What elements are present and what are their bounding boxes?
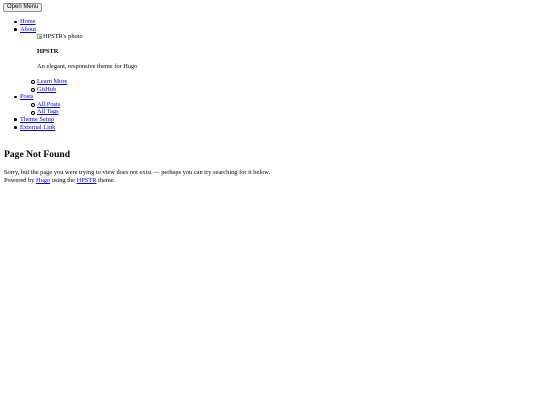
all-tags-link[interactable]: All Tags — [37, 108, 59, 115]
footer-middle: using the — [50, 177, 77, 184]
submenu-item: All Tags — [30, 108, 137, 116]
about-link-item: GitHub — [30, 86, 137, 94]
nav-link-theme-setup[interactable]: Theme Setup — [20, 116, 54, 123]
nav-link-about[interactable]: About — [20, 26, 36, 33]
learn-more-link[interactable]: Learn More — [37, 78, 67, 85]
not-found-message: Sorry, but the page you were trying to v… — [4, 169, 271, 176]
author-name: HPSTR — [37, 47, 59, 55]
submenu-item: All Posts — [30, 101, 137, 109]
all-posts-link[interactable]: All Posts — [37, 101, 60, 108]
main-navigation: Home About HPSTR's photo HPSTR An elegan… — [13, 18, 138, 132]
footer-prefix: Powered by — [4, 177, 36, 184]
nav-item-theme-setup: Theme Setup — [13, 116, 137, 124]
open-menu-button[interactable]: Open Menu — [3, 3, 43, 12]
hpstr-theme-link[interactable]: HPSTR — [77, 177, 97, 184]
hugo-link[interactable]: Hugo — [36, 177, 50, 184]
nav-item-about: About HPSTR's photo HPSTR An elegant, re… — [13, 26, 138, 94]
nav-item-external-link: External Link — [13, 124, 137, 132]
page-title: Page Not Found — [4, 149, 71, 160]
posts-submenu: All Posts All Tags — [30, 101, 137, 116]
nav-link-external[interactable]: External Link — [20, 124, 55, 131]
nav-item-posts: Posts All Posts All Tags — [13, 93, 137, 116]
nav-link-home[interactable]: Home — [20, 18, 36, 25]
footer-suffix: theme. — [96, 177, 116, 184]
author-description: An elegant, responsive theme for Hugo — [37, 63, 138, 71]
about-link-item: Learn More — [30, 78, 137, 86]
about-card: HPSTR's photo HPSTR An elegant, responsi… — [30, 33, 138, 94]
broken-image-icon — [37, 34, 42, 40]
nav-link-posts[interactable]: Posts — [20, 93, 34, 100]
about-links-list: Learn More GitHub — [30, 78, 137, 94]
author-photo: HPSTR's photo — [37, 33, 137, 41]
author-photo-alt-text: HPSTR's photo — [43, 33, 83, 41]
nav-item-home: Home — [13, 18, 137, 26]
github-link[interactable]: GitHub — [37, 86, 56, 93]
footer: Powered by Hugo using the HPSTR theme. — [4, 177, 115, 185]
